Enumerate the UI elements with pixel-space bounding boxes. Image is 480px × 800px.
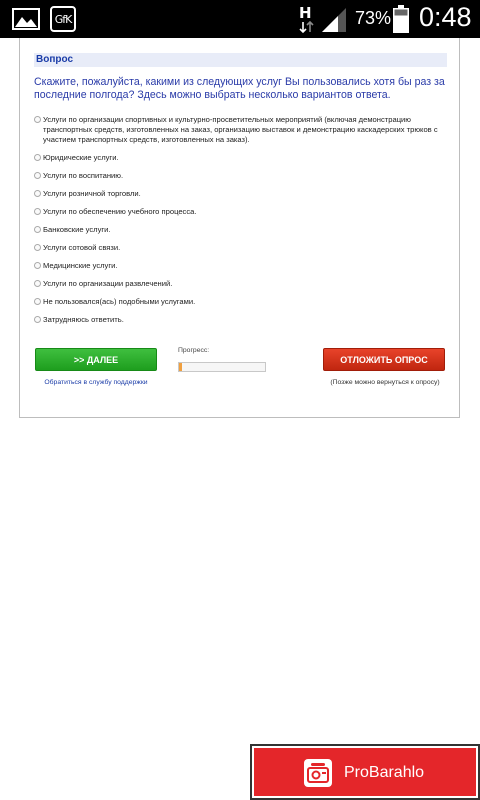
option-label: Услуги сотовой связи. bbox=[43, 243, 121, 252]
option-medical[interactable]: Медицинские услуги. bbox=[34, 261, 454, 271]
option-label: Услуги по организации спортивных и культ… bbox=[43, 115, 438, 144]
checkbox[interactable] bbox=[34, 208, 41, 215]
battery-percent: 73% bbox=[355, 8, 392, 28]
progress-label: Прогресс: bbox=[178, 347, 210, 354]
checkbox[interactable] bbox=[34, 298, 41, 305]
option-upbringing[interactable]: Услуги по воспитанию. bbox=[34, 171, 454, 181]
option-legal[interactable]: Юридические услуги. bbox=[34, 153, 454, 163]
option-retail[interactable]: Услуги розничной торговли. bbox=[34, 189, 454, 199]
survey-panel: Вопрос Скажите, пожалуйста, какими из сл… bbox=[19, 38, 460, 418]
checkbox[interactable] bbox=[34, 226, 41, 233]
answer-options: Услуги по организации спортивных и культ… bbox=[34, 115, 454, 325]
option-label: Банковские услуги. bbox=[43, 225, 111, 234]
progress-bar bbox=[178, 362, 266, 372]
option-dont-know[interactable]: Затрудняюсь ответить. bbox=[34, 315, 454, 325]
ad-brand-text: ProBarahlo bbox=[344, 764, 425, 781]
checkbox[interactable] bbox=[34, 262, 41, 269]
checkbox[interactable] bbox=[34, 172, 41, 179]
signal-icon bbox=[322, 8, 346, 32]
battery-icon bbox=[393, 5, 409, 33]
svg-text:H: H bbox=[299, 4, 312, 22]
postpone-hint: (Позже можно вернуться к опросу) bbox=[330, 379, 440, 386]
option-label: Не пользовался(ась) подобными услугами. bbox=[43, 297, 196, 306]
postpone-survey-button[interactable]: ОТЛОЖИТЬ ОПРОС bbox=[323, 348, 445, 371]
gallery-icon bbox=[12, 8, 40, 30]
option-label: Услуги по организации развлечений. bbox=[43, 279, 173, 288]
option-entertainment[interactable]: Услуги по организации развлечений. bbox=[34, 279, 454, 289]
option-label: Услуги по обеспечению учебного процесса. bbox=[43, 207, 197, 216]
checkbox[interactable] bbox=[34, 280, 41, 287]
option-mobile[interactable]: Услуги сотовой связи. bbox=[34, 243, 454, 253]
next-button[interactable]: >> ДАЛЕЕ bbox=[35, 348, 157, 371]
probarahlo-ad-banner[interactable]: ProBarahlo bbox=[250, 744, 480, 800]
checkbox[interactable] bbox=[34, 190, 41, 197]
option-sports-culture[interactable]: Услуги по организации спортивных и культ… bbox=[34, 115, 454, 145]
checkbox[interactable] bbox=[34, 316, 41, 323]
gfk-icon: GfK bbox=[50, 6, 76, 32]
checkbox[interactable] bbox=[34, 154, 41, 161]
support-link[interactable]: Обратиться в службу поддержки bbox=[35, 379, 157, 386]
option-education[interactable]: Услуги по обеспечению учебного процесса. bbox=[34, 207, 454, 217]
progress-fill bbox=[179, 363, 182, 371]
clock: 0:48 bbox=[419, 2, 472, 32]
option-label: Юридические услуги. bbox=[43, 153, 119, 162]
option-banking[interactable]: Банковские услуги. bbox=[34, 225, 454, 235]
question-header: Вопрос bbox=[34, 53, 447, 67]
checkbox[interactable] bbox=[34, 244, 41, 251]
checkbox[interactable] bbox=[34, 116, 41, 123]
ad-background: ProBarahlo bbox=[254, 748, 476, 796]
h-data-icon: H bbox=[299, 4, 314, 34]
option-label: Затрудняюсь ответить. bbox=[43, 315, 124, 324]
status-bar: GfK H 73% 0:48 bbox=[0, 0, 480, 38]
option-label: Услуги по воспитанию. bbox=[43, 171, 124, 180]
option-label: Услуги розничной торговли. bbox=[43, 189, 141, 198]
option-none[interactable]: Не пользовался(ась) подобными услугами. bbox=[34, 297, 454, 307]
question-text: Скажите, пожалуйста, какими из следующих… bbox=[34, 76, 445, 101]
probarahlo-logo-icon bbox=[304, 759, 332, 787]
option-label: Медицинские услуги. bbox=[43, 261, 118, 270]
